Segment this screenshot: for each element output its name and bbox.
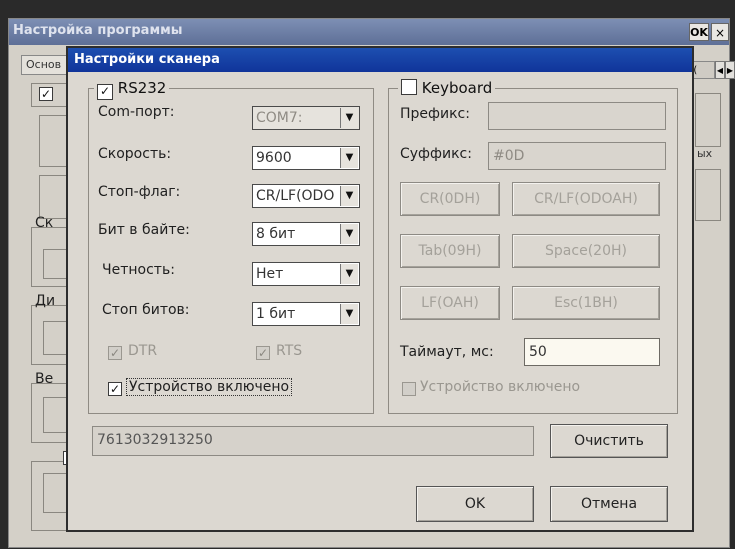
tab-scroll-left-icon[interactable]: ◀ <box>715 61 725 79</box>
back-right-button[interactable] <box>695 93 721 147</box>
back-group-label: Ве <box>35 371 54 387</box>
crlf-button[interactable]: CR/LF(ODOAH) <box>512 182 660 216</box>
timeout-value: 50 <box>529 344 547 360</box>
rs232-enabled-checkbox[interactable]: ✓ <box>97 84 113 100</box>
stop-bits-select[interactable]: 1 бит ▼ <box>252 302 360 326</box>
chevron-down-icon[interactable]: ▼ <box>340 108 358 128</box>
keyboard-device-enabled-label: Устройство включено <box>420 379 581 395</box>
chevron-down-icon[interactable]: ▼ <box>340 186 358 206</box>
stop-flag-select[interactable]: CR/LF(ODO ▼ <box>252 184 360 208</box>
keyboard-legend: Keyboard <box>398 79 496 97</box>
rs232-group <box>88 88 374 414</box>
ok-button[interactable]: OK <box>416 486 534 522</box>
tab-button[interactable]: Tab(09H) <box>400 234 500 268</box>
parity-value: Нет <box>256 266 284 282</box>
prefix-label: Префикс: <box>400 106 470 122</box>
rs232-label: RS232 <box>117 79 167 97</box>
back-right-button[interactable] <box>695 169 721 221</box>
dtr-checkbox[interactable]: ✓ <box>108 346 122 360</box>
keyboard-device-enabled-checkbox[interactable] <box>402 382 416 396</box>
suffix-field[interactable]: #0D <box>488 142 666 170</box>
rs232-device-enabled-label: Устройство включено <box>126 378 293 396</box>
com-port-value: COM7: <box>256 110 303 126</box>
keyboard-enabled-checkbox[interactable] <box>401 79 417 95</box>
chevron-down-icon[interactable]: ▼ <box>340 304 358 324</box>
stop-flag-label: Стоп-флаг: <box>98 184 181 200</box>
rts-label: RTS <box>276 343 303 359</box>
close-button[interactable]: × <box>711 23 729 41</box>
esc-button[interactable]: Esc(1BH) <box>512 286 660 320</box>
scan-result-field[interactable]: 7613032913250 <box>92 426 534 456</box>
dialog-title: Настройки сканера <box>74 52 220 67</box>
scanner-settings-dialog: Настройки сканера ✓ RS232 Com-порт: COM7… <box>66 46 694 532</box>
bits-per-byte-label: Бит в байте: <box>98 222 190 238</box>
stop-bits-label: Стоп битов: <box>102 302 190 318</box>
prefix-field[interactable] <box>488 102 666 130</box>
speed-value: 9600 <box>256 150 292 166</box>
stop-bits-value: 1 бит <box>256 306 296 322</box>
parity-label: Четность: <box>102 262 175 278</box>
rs232-device-enabled-checkbox[interactable]: ✓ <box>108 382 122 396</box>
timeout-field[interactable]: 50 <box>524 338 660 366</box>
scan-result-value: 7613032913250 <box>97 432 213 448</box>
back-group-label: Ди <box>35 293 56 309</box>
clear-button[interactable]: Очистить <box>550 424 668 458</box>
chevron-down-icon[interactable]: ▼ <box>340 148 358 168</box>
speed-label: Скорость: <box>98 146 172 162</box>
tab-scroll-right-icon[interactable]: ▶ <box>725 61 735 79</box>
chevron-down-icon[interactable]: ▼ <box>340 264 358 284</box>
back-checkbox[interactable]: ✓ <box>39 87 53 101</box>
suffix-value: #0D <box>493 148 525 164</box>
suffix-label: Суффикс: <box>400 146 472 162</box>
space-button[interactable]: Space(20H) <box>512 234 660 268</box>
bits-per-byte-value: 8 бит <box>256 226 296 242</box>
dtr-label: DTR <box>128 343 158 359</box>
bits-per-byte-select[interactable]: 8 бит ▼ <box>252 222 360 246</box>
cancel-button[interactable]: Отмена <box>550 486 668 522</box>
ok-button[interactable]: OK <box>689 23 709 41</box>
rts-checkbox[interactable]: ✓ <box>256 346 270 360</box>
lf-button[interactable]: LF(OAH) <box>400 286 500 320</box>
program-settings-title: Настройка программы <box>13 23 183 38</box>
cr-button[interactable]: CR(0DH) <box>400 182 500 216</box>
stop-flag-value: CR/LF(ODO <box>256 188 335 204</box>
back-group-label: Ск <box>35 215 54 231</box>
speed-select[interactable]: 9600 ▼ <box>252 146 360 170</box>
rs232-legend: ✓ RS232 <box>94 79 170 100</box>
scanner-settings-titlebar: Настройки сканера <box>68 48 692 72</box>
com-port-select[interactable]: COM7: ▼ <box>252 106 360 130</box>
parity-select[interactable]: Нет ▼ <box>252 262 360 286</box>
timeout-label: Таймаут, мс: <box>400 344 494 360</box>
com-port-label: Com-порт: <box>98 104 175 120</box>
keyboard-label: Keyboard <box>421 79 493 97</box>
program-settings-titlebar: Настройка программы OK × <box>9 19 729 45</box>
chevron-down-icon[interactable]: ▼ <box>340 224 358 244</box>
back-right-label: ых <box>697 147 713 160</box>
